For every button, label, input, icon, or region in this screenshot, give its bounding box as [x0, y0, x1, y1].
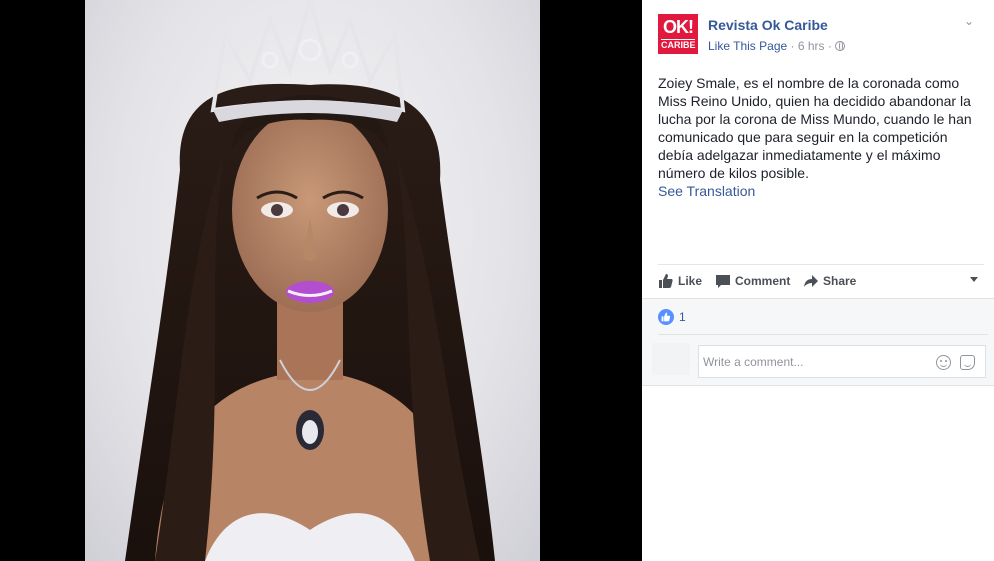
thumbs-up-icon	[659, 274, 673, 288]
ufi-feedback: 1 Write a comment...	[642, 298, 994, 386]
comment-input[interactable]: Write a comment...	[698, 345, 986, 378]
comment-placeholder: Write a comment...	[703, 355, 804, 369]
post-meta: Like This Page · 6 hrs ·	[708, 39, 846, 53]
like-label: Like	[678, 274, 703, 288]
thumbs-up-small-icon	[661, 312, 671, 322]
sticker-icon[interactable]	[960, 355, 975, 370]
page-name-link[interactable]: Revista Ok Caribe	[708, 17, 828, 33]
logo-text-caribe: CARIBE	[661, 39, 696, 50]
post-photo[interactable]	[85, 0, 540, 561]
emoji-icon[interactable]	[936, 355, 951, 370]
share-arrow-icon	[804, 275, 818, 287]
post-header: OK! CARIBE Revista Ok Caribe Like This P…	[658, 14, 984, 56]
like-reaction-icon	[658, 309, 674, 325]
avatar	[652, 343, 690, 375]
photo-viewer	[0, 0, 642, 561]
globe-icon[interactable]	[835, 41, 846, 51]
divider	[658, 334, 988, 335]
post-panel: OK! CARIBE Revista Ok Caribe Like This P…	[642, 0, 994, 561]
meta-separator: ·	[787, 39, 798, 53]
post-actions: Like Comment Share	[658, 264, 984, 297]
logo-text-ok: OK!	[663, 17, 694, 37]
see-translation-link[interactable]: See Translation	[658, 182, 984, 200]
post-text: Zoiey Smale, es el nombre de la coronada…	[658, 74, 984, 200]
comment-label: Comment	[735, 274, 791, 288]
post-time[interactable]: 6 hrs	[798, 39, 825, 53]
comment-bubble-icon	[716, 275, 730, 288]
post-body: Zoiey Smale, es el nombre de la coronada…	[658, 75, 972, 181]
share-label: Share	[823, 274, 857, 288]
photo-illustration	[125, 0, 495, 561]
chevron-down-icon[interactable]: ⌄	[962, 14, 976, 28]
meta-separator-2: ·	[824, 39, 836, 53]
page-avatar[interactable]: OK! CARIBE	[658, 14, 698, 54]
caret-down-icon[interactable]	[970, 277, 978, 282]
reaction-count: 1	[679, 310, 686, 324]
like-page-link[interactable]: Like This Page	[708, 39, 787, 53]
